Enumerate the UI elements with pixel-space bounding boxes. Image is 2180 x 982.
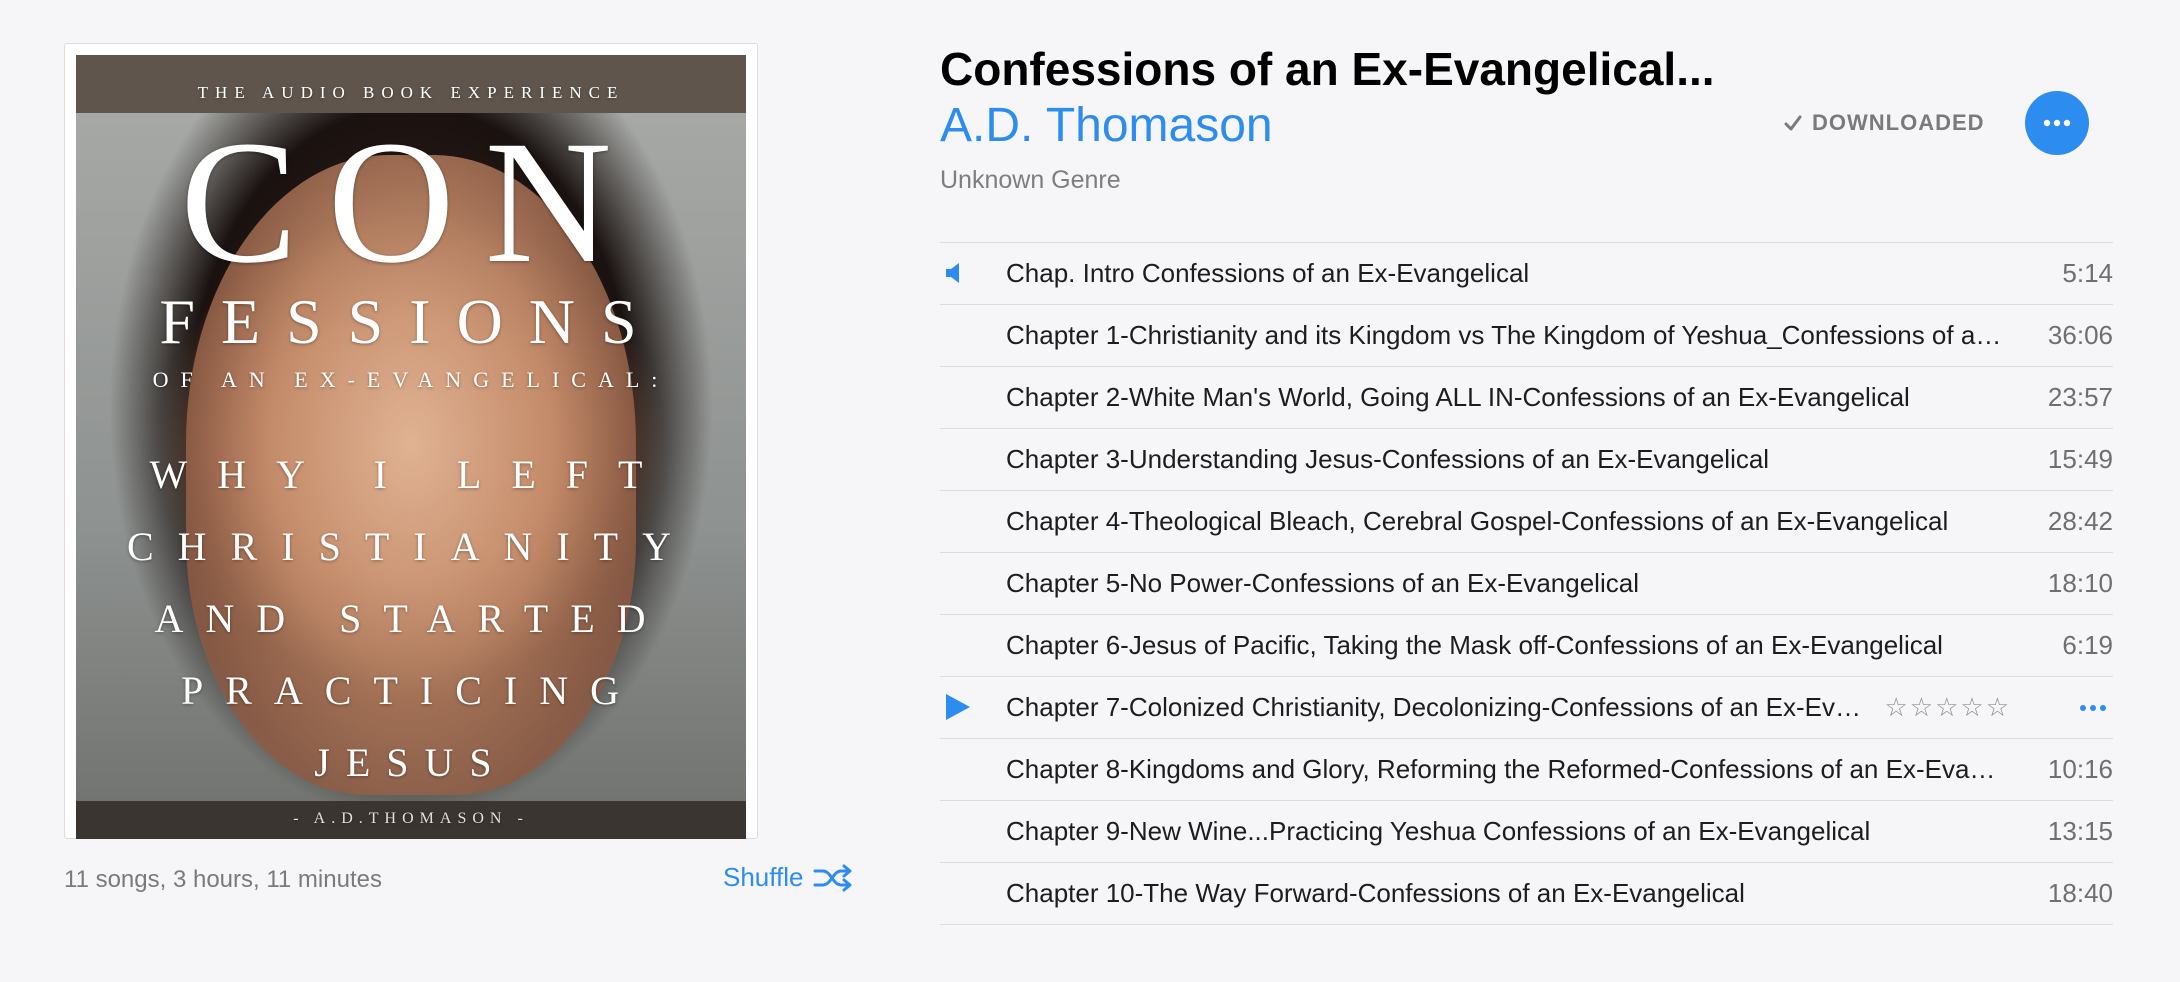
track-status-cell: [940, 305, 1006, 366]
track-duration: 5:14: [2062, 258, 2113, 288]
album-artist-link[interactable]: A.D. Thomason: [940, 98, 1273, 153]
track-status-cell: [940, 801, 1006, 862]
track-title: Chapter 1-Christianity and its Kingdom v…: [1006, 320, 2023, 350]
track-status-cell: [940, 243, 1006, 304]
track-duration: 15:49: [2047, 444, 2113, 474]
track-status-cell: [940, 677, 1006, 738]
cover-image: THE AUDIO BOOK EXPERIENCE CON FESSIONS O…: [76, 55, 746, 839]
track-title: Chap. Intro Confessions of an Ex-Evangel…: [1006, 258, 1530, 288]
track-more-button[interactable]: [2053, 693, 2113, 723]
track-title: Chapter 3-Understanding Jesus-Confession…: [1006, 444, 1770, 474]
track-row[interactable]: Chap. Intro Confessions of an Ex-Evangel…: [940, 243, 2113, 305]
album-genre: Unknown Genre: [940, 166, 1121, 194]
shuffle-button[interactable]: Shuffle: [723, 862, 853, 893]
track-status-cell: [940, 491, 1006, 552]
cover-line-6: AND STARTED: [154, 596, 668, 641]
track-title: Chapter 8-Kingdoms and Glory, Reforming …: [1006, 754, 2023, 784]
album-more-button[interactable]: [2025, 91, 2089, 155]
cover-line-2: FESSIONS: [159, 286, 663, 357]
track-duration: 28:42: [2047, 506, 2113, 536]
cover-line-1: CON: [180, 105, 642, 300]
ellipsis-icon: [2080, 704, 2106, 711]
cover-line-7: PRACTICING: [180, 668, 642, 713]
track-row[interactable]: Chapter 9-New Wine...Practicing Yeshua C…: [940, 801, 2113, 863]
track-duration: 10:16: [2047, 754, 2113, 784]
track-status-cell: [940, 429, 1006, 490]
track-title: Chapter 5-No Power-Confessions of an Ex-…: [1006, 568, 1639, 598]
cover-line-8: JESUS: [314, 740, 508, 785]
track-row[interactable]: Chapter 2-White Man's World, Going ALL I…: [940, 367, 2113, 429]
track-status-cell: [940, 615, 1006, 676]
track-title: Chapter 2-White Man's World, Going ALL I…: [1006, 382, 1910, 412]
cover-line-3: OF AN EX-EVANGELICAL:: [152, 367, 670, 392]
track-rating[interactable]: ☆☆☆☆☆: [1884, 692, 2011, 723]
track-duration: 6:19: [2062, 630, 2113, 660]
album-summary: 11 songs, 3 hours, 11 minutes: [64, 866, 382, 893]
cover-tagline: THE AUDIO BOOK EXPERIENCE: [197, 83, 625, 102]
track-row[interactable]: Chapter 6-Jesus of Pacific, Taking the M…: [940, 615, 2113, 677]
track-row[interactable]: Chapter 8-Kingdoms and Glory, Reforming …: [940, 739, 2113, 801]
track-title: Chapter 6-Jesus of Pacific, Taking the M…: [1006, 630, 1943, 660]
checkmark-icon: [1784, 115, 1802, 131]
track-row[interactable]: Chapter 4-Theological Bleach, Cerebral G…: [940, 491, 2113, 553]
track-duration: 36:06: [2047, 320, 2113, 350]
track-title: Chapter 7-Colonized Christianity, Decolo…: [1006, 692, 1885, 722]
track-duration: 18:10: [2047, 568, 2113, 598]
track-duration: 13:15: [2047, 816, 2113, 846]
cover-line-4: WHY I LEFT: [149, 452, 673, 497]
album-artwork[interactable]: THE AUDIO BOOK EXPERIENCE CON FESSIONS O…: [64, 43, 758, 839]
track-row[interactable]: Chapter 10-The Way Forward-Confessions o…: [940, 863, 2113, 925]
speaker-icon: [946, 263, 959, 283]
track-duration: 23:57: [2047, 382, 2113, 412]
track-row[interactable]: Chapter 7-Colonized Christianity, Decolo…: [940, 677, 2113, 739]
track-title: Chapter 10-The Way Forward-Confessions o…: [1006, 878, 1745, 908]
shuffle-label: Shuffle: [723, 862, 804, 892]
album-title: Confessions of an Ex-Evangelical...: [940, 43, 1715, 95]
track-status-cell: [940, 367, 1006, 428]
shuffle-icon: [813, 864, 852, 891]
track-status-cell: [940, 553, 1006, 614]
cover-author: - A.D.THOMASON -: [293, 810, 529, 827]
ellipsis-icon: [2043, 119, 2071, 127]
cover-line-5: CHRISTIANITY: [127, 524, 695, 569]
downloaded-status: DOWNLOADED: [1784, 110, 1985, 136]
track-duration: 18:40: [2047, 878, 2113, 908]
track-row[interactable]: Chapter 5-No Power-Confessions of an Ex-…: [940, 553, 2113, 615]
track-status-cell: [940, 739, 1006, 800]
track-row[interactable]: Chapter 3-Understanding Jesus-Confession…: [940, 429, 2113, 491]
track-title: Chapter 9-New Wine...Practicing Yeshua C…: [1006, 816, 1871, 846]
downloaded-label: DOWNLOADED: [1812, 110, 1985, 135]
track-status-cell: [940, 863, 1006, 924]
track-title: Chapter 4-Theological Bleach, Cerebral G…: [1006, 506, 1949, 536]
track-row[interactable]: Chapter 1-Christianity and its Kingdom v…: [940, 305, 2113, 367]
track-list: Chap. Intro Confessions of an Ex-Evangel…: [940, 242, 2113, 925]
play-icon[interactable]: [944, 692, 972, 722]
